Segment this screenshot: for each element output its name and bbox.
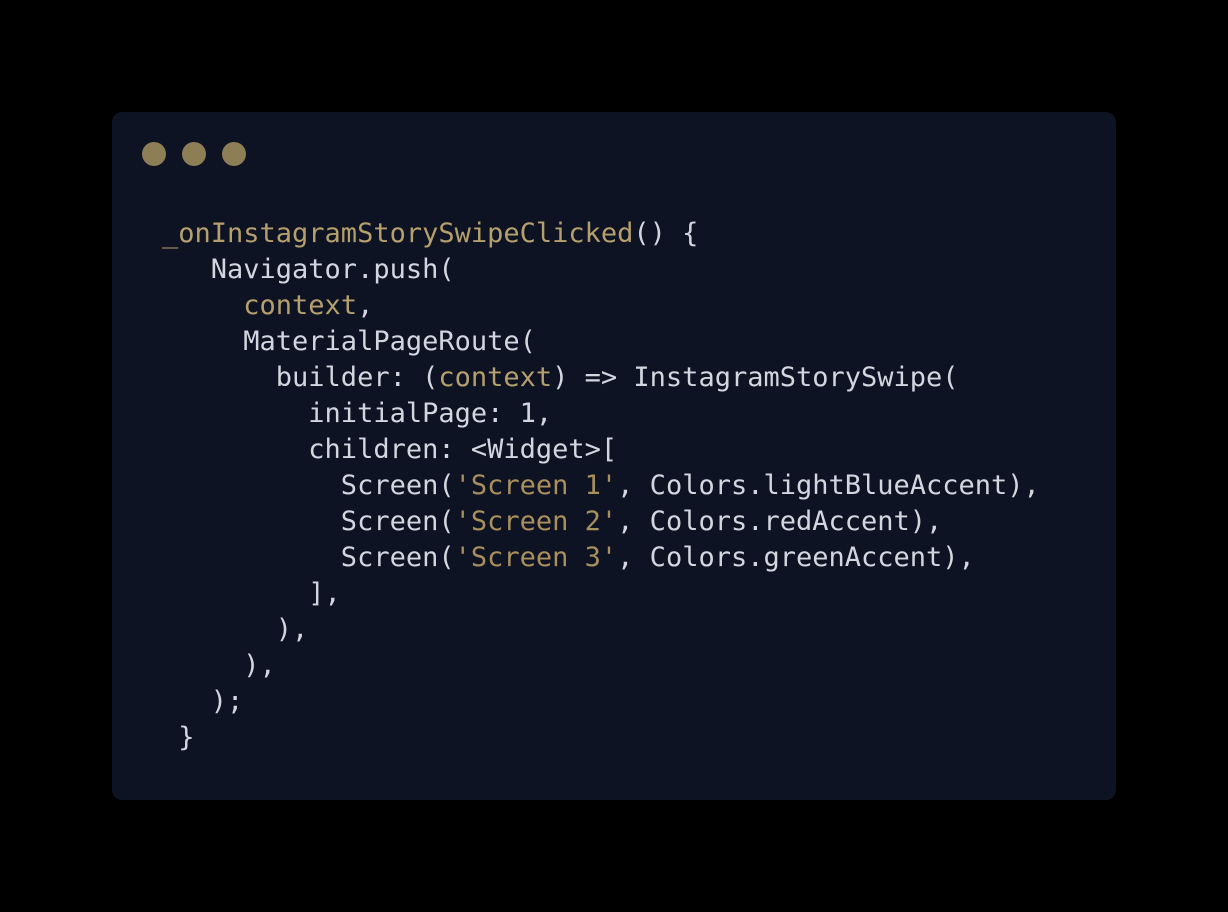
- code-token: children: <Widget>[: [162, 434, 618, 465]
- string-token: 'Screen 1': [454, 470, 618, 501]
- identifier-token: context: [243, 290, 358, 321]
- function-name-token: _onInstagramStorySwipeClicked: [162, 218, 634, 249]
- code-line: ],: [162, 576, 1040, 612]
- code-token: MaterialPageRoute(: [162, 326, 536, 357]
- close-dot-icon[interactable]: [142, 142, 166, 166]
- code-line: ),: [162, 648, 1040, 684]
- code-line: Screen('Screen 2', Colors.redAccent),: [162, 504, 1040, 540]
- window-controls: [142, 142, 246, 166]
- code-line: context,: [162, 288, 1040, 324]
- code-token: Screen(: [162, 506, 455, 537]
- code-line: Screen('Screen 1', Colors.lightBlueAccen…: [162, 468, 1040, 504]
- code-token: Navigator.push(: [162, 254, 455, 285]
- code-token: () {: [633, 218, 699, 249]
- code-token: , Colors.lightBlueAccent),: [617, 470, 1040, 501]
- code-token: ) => InstagramStorySwipe(: [552, 362, 959, 393]
- code-line: builder: (context) => InstagramStorySwip…: [162, 360, 1040, 396]
- code-token: }: [162, 722, 195, 753]
- code-token: );: [162, 686, 244, 717]
- code-token: Screen(: [162, 470, 455, 501]
- code-token: Screen(: [162, 542, 455, 573]
- code-token: , Colors.greenAccent),: [617, 542, 975, 573]
- code-block: _onInstagramStorySwipeClicked() { Naviga…: [162, 216, 1040, 756]
- code-line: ),: [162, 612, 1040, 648]
- code-token: ),: [162, 650, 276, 681]
- code-window: _onInstagramStorySwipeClicked() { Naviga…: [112, 112, 1116, 800]
- code-line: }: [162, 720, 1040, 756]
- minimize-dot-icon[interactable]: [182, 142, 206, 166]
- code-token: builder: (: [162, 362, 439, 393]
- code-line: Navigator.push(: [162, 252, 1040, 288]
- code-line: Screen('Screen 3', Colors.greenAccent),: [162, 540, 1040, 576]
- code-line: MaterialPageRoute(: [162, 324, 1040, 360]
- code-line: );: [162, 684, 1040, 720]
- string-token: 'Screen 2': [454, 506, 618, 537]
- code-token: , Colors.redAccent),: [617, 506, 943, 537]
- code-token: initialPage: 1,: [162, 398, 553, 429]
- code-token: ],: [162, 578, 341, 609]
- identifier-token: context: [438, 362, 553, 393]
- code-token: ,: [357, 290, 374, 321]
- maximize-dot-icon[interactable]: [222, 142, 246, 166]
- code-token: ),: [162, 614, 309, 645]
- code-line: initialPage: 1,: [162, 396, 1040, 432]
- string-token: 'Screen 3': [454, 542, 618, 573]
- code-line: _onInstagramStorySwipeClicked() {: [162, 216, 1040, 252]
- code-line: children: <Widget>[: [162, 432, 1040, 468]
